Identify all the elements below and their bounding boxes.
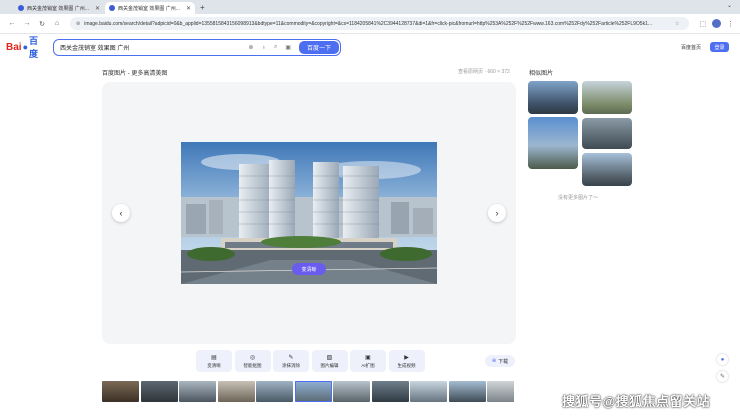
download-icon: ⊕: [491, 358, 497, 364]
url-text: image.baidu.com/search/detail?adpicid=0&…: [84, 20, 653, 27]
browser-tab-strip: 西关金茂销室 效果图 广州... ✕ 西关金茂销室 效果图 广州... ✕ + …: [0, 0, 740, 14]
baidu-logo[interactable]: Bai ● 百度: [6, 36, 46, 59]
tool-label: 变清晰: [207, 362, 221, 368]
edit-float-icon[interactable]: ✎: [717, 371, 728, 382]
image-tools: ▤ 变清晰 ◎ 智能抠图 ✎ 涂抹消除 ▧ 图片编辑 ▣ AI扩图 ▶ 生成视频: [196, 350, 427, 372]
attach-icon[interactable]: ⌕: [274, 44, 277, 51]
related-image[interactable]: [582, 118, 632, 149]
tool-label: 涂抹消除: [282, 362, 300, 368]
image-search-icon[interactable]: ▣: [285, 44, 291, 51]
voice-search-icon[interactable]: ♁: [261, 45, 266, 51]
tool-label: 智能抠图: [243, 362, 262, 368]
related-image[interactable]: [528, 117, 578, 169]
extensions-icon[interactable]: ⬚: [699, 20, 706, 28]
thumbnail[interactable]: [140, 381, 178, 402]
next-image-button[interactable]: ›: [488, 204, 506, 222]
thumbnail[interactable]: [448, 381, 486, 402]
download-button[interactable]: ⊕ 下载: [485, 355, 515, 367]
browser-toolbar: ← → ↻ ⌂ ⊜ image.baidu.com/search/detail?…: [0, 14, 740, 34]
tool-eraser[interactable]: ✎ 涂抹消除: [273, 350, 309, 372]
video-icon: ▶: [404, 354, 409, 361]
thumbnail[interactable]: [256, 381, 293, 402]
viewer-title: 百度图片 - 更多高清美图: [102, 71, 168, 77]
baidu-home-link[interactable]: 百度首页: [681, 44, 701, 51]
feedback-icon[interactable]: ●: [717, 354, 728, 365]
tool-label: 生成视频: [397, 362, 416, 368]
thumbnail-selected[interactable]: [294, 381, 332, 402]
thumbnail[interactable]: [102, 381, 139, 402]
forward-icon[interactable]: →: [21, 18, 33, 30]
expand-icon: ▣: [365, 354, 371, 361]
reload-icon[interactable]: ↻: [36, 18, 48, 30]
thumbnail-strip: [102, 381, 514, 402]
main-image[interactable]: 变清晰: [181, 142, 437, 284]
image-viewer: ‹ › 变清晰: [102, 82, 516, 344]
search-button[interactable]: 百度一下: [299, 41, 339, 54]
download-label: 下载: [498, 358, 509, 365]
new-tab-button[interactable]: +: [200, 2, 205, 14]
no-more-text: 没有更多图片了～: [558, 195, 599, 201]
login-button[interactable]: 登录: [710, 42, 729, 52]
cutout-icon: ◎: [249, 354, 256, 361]
baidu-header: Bai ● 百度 西关金茂销室 效果图 广州 ⊗ ♁ ⌕ ▣ 百度一下 百度首页 登…: [0, 35, 740, 59]
back-icon[interactable]: ←: [6, 18, 18, 30]
tool-edit[interactable]: ▧ 图片编辑: [311, 350, 348, 372]
tool-expand[interactable]: ▣ AI扩图: [350, 350, 386, 372]
watermark-text: 搜狐号@搜狐焦点留关站: [562, 394, 711, 409]
related-title: 相似图片: [529, 71, 554, 77]
tool-label: AI扩图: [361, 362, 375, 368]
tool-video[interactable]: ▶ 生成视频: [388, 350, 425, 372]
baidu-logo-text: Bai: [6, 41, 22, 53]
browser-tab-1[interactable]: 西关金茂销室 效果图 广州... ✕: [14, 2, 104, 14]
thumbnail[interactable]: [371, 381, 409, 402]
menu-icon[interactable]: ⋮: [727, 20, 734, 28]
hd-icon: ▤: [211, 354, 217, 361]
related-image[interactable]: [582, 81, 632, 114]
eraser-icon: ✎: [288, 354, 294, 361]
tool-label: 图片编辑: [320, 362, 339, 368]
clear-icon[interactable]: ⊗: [248, 44, 253, 51]
paw-icon: ●: [22, 42, 28, 52]
profile-avatar[interactable]: [712, 19, 721, 28]
thumbnail[interactable]: [487, 381, 514, 402]
hd-enhance-button[interactable]: 变清晰: [292, 263, 326, 275]
address-bar[interactable]: ⊜ image.baidu.com/search/detail?adpicid=…: [70, 17, 690, 30]
thumbnail[interactable]: [217, 381, 255, 402]
prev-image-button[interactable]: ‹: [112, 204, 130, 222]
baidu-favicon-icon: [109, 5, 115, 11]
edit-icon: ▧: [326, 354, 333, 361]
home-icon[interactable]: ⌂: [51, 18, 63, 30]
search-input[interactable]: 西关金茂销室 效果图 广州: [60, 43, 244, 52]
tool-hd[interactable]: ▤ 变清晰: [196, 350, 232, 372]
site-info-icon[interactable]: ⊜: [76, 21, 80, 27]
search-box[interactable]: 西关金茂销室 效果图 广州 ⊗ ♁ ⌕ ▣ 百度一下: [53, 39, 341, 56]
tab-title: 西关金茂销室 效果图 广州...: [27, 5, 89, 12]
baidu-logo-text: 百度: [29, 36, 39, 59]
baidu-favicon-icon: [18, 5, 24, 11]
close-tab-icon[interactable]: ✕: [95, 5, 100, 12]
bookmark-star-icon[interactable]: ☆: [675, 21, 679, 27]
related-image[interactable]: [528, 81, 578, 114]
thumbnail[interactable]: [333, 381, 370, 402]
thumbnail[interactable]: [410, 381, 447, 402]
thumbnail[interactable]: [179, 381, 216, 402]
browser-tab-2[interactable]: 西关金茂销室 效果图 广州... ✕: [105, 2, 195, 14]
tool-cutout[interactable]: ◎ 智能抠图: [234, 350, 271, 372]
tab-search-icon[interactable]: ⌄: [727, 2, 732, 9]
image-size-text[interactable]: 查看原网页 · 660 × 372: [458, 68, 510, 75]
related-image[interactable]: [582, 153, 632, 186]
tab-title: 西关金茂销室 效果图 广州...: [118, 5, 180, 12]
close-tab-icon[interactable]: ✕: [186, 5, 191, 12]
